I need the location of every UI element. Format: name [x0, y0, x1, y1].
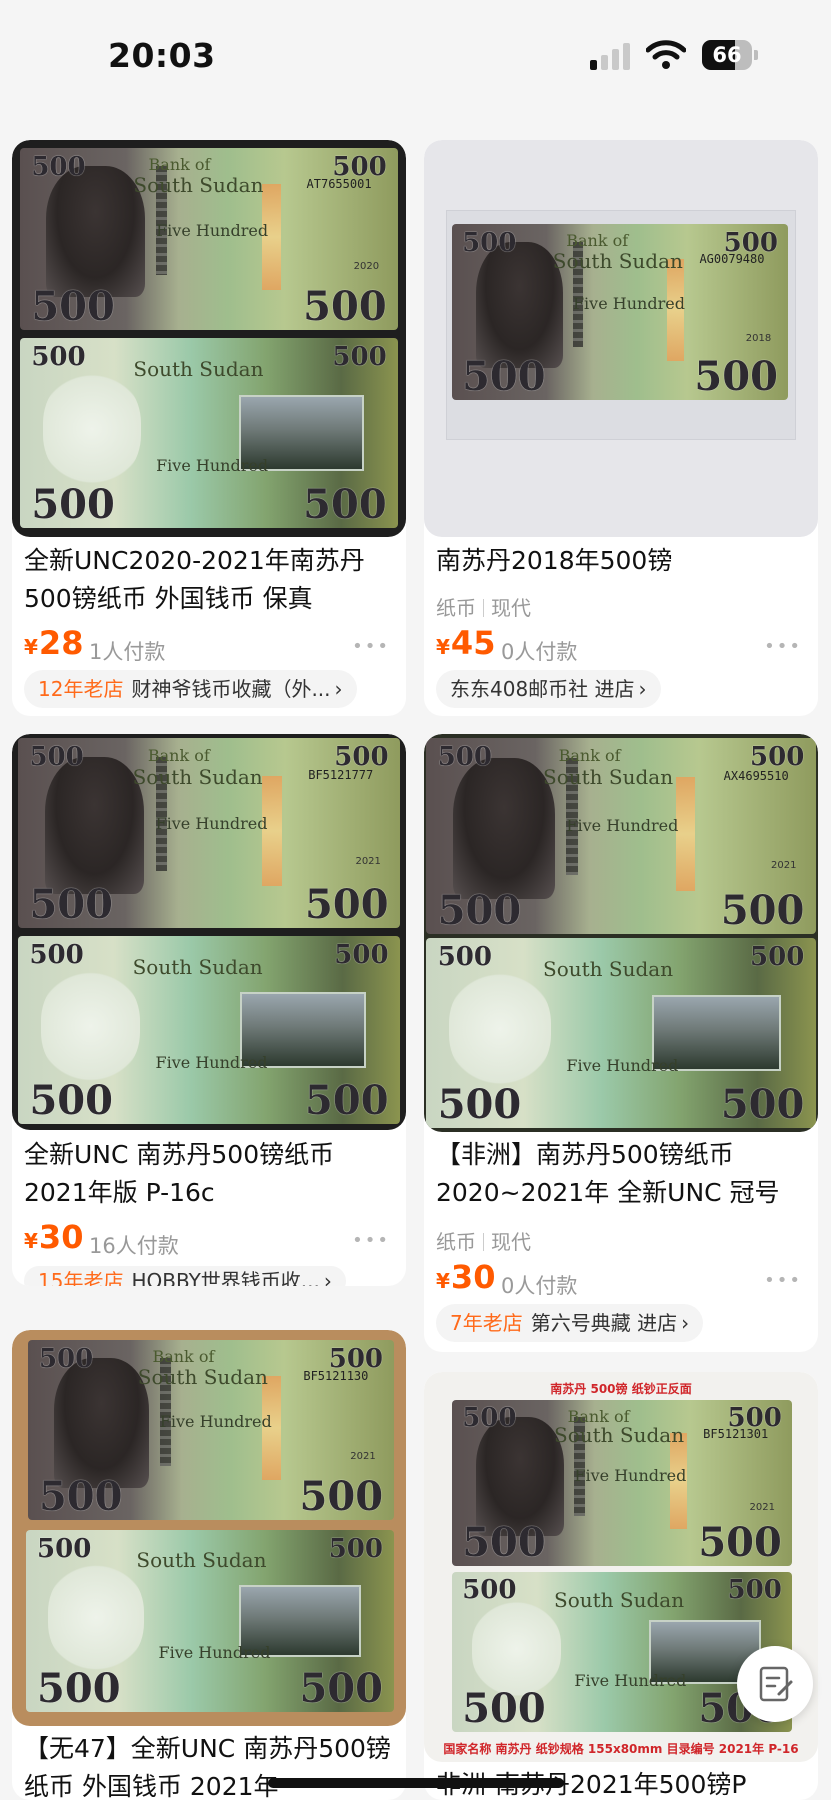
shop-age-badge: 15年老店	[38, 1269, 124, 1286]
product-price: ¥45	[436, 624, 496, 662]
banknote-back-image: 500 500 500 500 South Sudan Five Hundred	[20, 338, 398, 528]
cellular-signal-icon	[590, 42, 632, 70]
photo-header: 南苏丹 500镑 纸钞正反面	[550, 1382, 692, 1396]
battery-level: 66	[712, 43, 742, 67]
product-title[interactable]: 全新UNC2020-2021年南苏丹500镑纸币 外国钱币 保真	[24, 542, 404, 618]
shop-link[interactable]: 7年老店 第六号典藏 进店 ›	[436, 1304, 704, 1342]
product-card[interactable]: 500 500 500 500 Bank of South Sudan Five…	[12, 734, 406, 1286]
chevron-right-icon: ›	[681, 1311, 690, 1335]
shop-link[interactable]: 15年老店 HOBBY世界钱币收... ›	[24, 1266, 346, 1286]
product-title[interactable]: 【非洲】南苏丹500镑纸币 2020~2021年 全新UNC 冠号	[436, 1136, 816, 1212]
banknote-front-image: 500 500 500 500 Bank of South Sudan Five…	[18, 738, 400, 928]
banknote-front-image: 500 500 500 500 Bank of South Sudan Five…	[426, 738, 816, 934]
product-card[interactable]: 500 500 500 500 Bank of South Sudan Five…	[12, 140, 406, 716]
battery-icon: 66	[702, 40, 758, 70]
shop-name: 第六号典藏	[530, 1311, 631, 1335]
shop-enter: 进店	[594, 677, 635, 701]
product-image[interactable]: 500 500 500 500 Bank of South Sudan Five…	[12, 1330, 406, 1726]
product-title[interactable]: 全新UNC 南苏丹500镑纸币 2021年版 P-16c	[24, 1136, 404, 1212]
shop-enter: 进店	[637, 1311, 678, 1335]
more-dots-icon[interactable]: •••	[764, 636, 802, 657]
shop-name: HOBBY世界钱币收...	[131, 1269, 320, 1286]
product-card[interactable]: 500 500 500 500 Bank of South Sudan Five…	[424, 140, 818, 716]
paid-count: 1人付款	[89, 640, 166, 664]
chevron-right-icon: ›	[323, 1269, 332, 1286]
product-image[interactable]: 500 500 500 500 Bank of South Sudan Five…	[424, 140, 818, 537]
paid-count: 16人付款	[89, 1234, 179, 1258]
shop-name: 东东408邮币社	[450, 677, 589, 701]
banknote-back-image: 500 500 500 500 South Sudan Five Hundred	[18, 936, 400, 1124]
shop-link[interactable]: 东东408邮币社 进店 ›	[436, 670, 661, 708]
more-dots-icon[interactable]: •••	[352, 1230, 390, 1251]
paid-count: 0人付款	[501, 1274, 578, 1298]
shop-name: 财神爷钱币收藏（外...	[131, 677, 331, 701]
more-dots-icon[interactable]: •••	[764, 1270, 802, 1291]
banknote-back-image: 500 500 500 500 South Sudan Five Hundred	[426, 938, 816, 1128]
shop-age-badge: 7年老店	[450, 1311, 523, 1335]
product-title[interactable]: 【无47】全新UNC 南苏丹500镑纸币 外国钱币 2021年	[24, 1730, 404, 1800]
chevron-right-icon: ›	[638, 677, 647, 701]
product-image[interactable]: 500 500 500 500 Bank of South Sudan Five…	[424, 734, 818, 1132]
banknote-back-image: 500 500 500 500 South Sudan Five Hundred	[26, 1530, 394, 1712]
more-dots-icon[interactable]: •••	[352, 636, 390, 657]
product-card[interactable]: 500 500 500 500 Bank of South Sudan Five…	[12, 1330, 406, 1800]
shop-age-badge: 12年老店	[38, 677, 124, 701]
product-title[interactable]: 南苏丹2018年500镑	[436, 542, 816, 580]
chevron-right-icon: ›	[334, 677, 343, 701]
home-indicator[interactable]	[268, 1778, 564, 1788]
banknote-front-image: 500 500 500 500 Bank of South Sudan Five…	[452, 1400, 792, 1566]
status-time: 20:03	[108, 36, 216, 75]
wifi-icon	[646, 40, 686, 69]
banknote-front-image: 500 500 500 500 Bank of South Sudan Five…	[452, 224, 788, 400]
banknote-front-image: 500 500 500 500 Bank of South Sudan Five…	[28, 1340, 394, 1520]
edit-note-button[interactable]	[737, 1646, 813, 1722]
product-price: ¥30	[436, 1258, 496, 1296]
banknote-front-image: 500 500 500 500 Bank of South Sudan Five…	[20, 148, 398, 330]
product-image[interactable]: 500 500 500 500 Bank of South Sudan Five…	[12, 140, 406, 537]
product-image[interactable]: 500 500 500 500 Bank of South Sudan Five…	[12, 734, 406, 1130]
shop-link[interactable]: 12年老店 财神爷钱币收藏（外... ›	[24, 670, 357, 708]
product-card[interactable]: 南苏丹 500镑 纸钞正反面 500 500 500 500 Bank of S…	[424, 1372, 818, 1800]
product-price: ¥30	[24, 1218, 84, 1256]
photo-footer: 国家名称 南苏丹 纸钞规格 155x80mm 目录编号 2021年 P-16	[443, 1742, 799, 1756]
edit-note-icon	[759, 1666, 793, 1702]
product-tags: 纸币 现代	[436, 1230, 531, 1254]
product-price: ¥28	[24, 624, 84, 662]
product-tags: 纸币 现代	[436, 596, 531, 620]
paid-count: 0人付款	[501, 640, 578, 664]
status-bar: 20:03 66	[0, 0, 831, 112]
product-card[interactable]: 500 500 500 500 Bank of South Sudan Five…	[424, 734, 818, 1352]
